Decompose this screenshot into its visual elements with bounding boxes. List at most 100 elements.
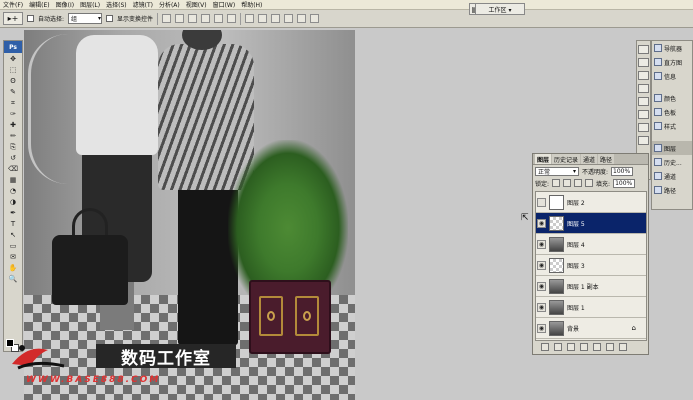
link-icon[interactable] <box>541 342 549 351</box>
quick-select-tool-icon[interactable]: ✎ <box>5 87 21 97</box>
distribute-bottom-button[interactable] <box>271 14 281 23</box>
auto-select-checkbox[interactable] <box>27 15 34 22</box>
menu-item[interactable]: 滤镜(T) <box>133 0 153 9</box>
layer-row[interactable]: 图层 2 <box>536 192 646 213</box>
menu-item[interactable]: 图层(L) <box>80 0 100 9</box>
notes-tool-icon[interactable]: ✉ <box>5 252 21 262</box>
move-tool-preset-button[interactable]: ▸+ <box>3 12 23 25</box>
menu-item[interactable]: 选择(S) <box>106 0 127 9</box>
dodge-tool-icon[interactable]: ◑ <box>5 197 21 207</box>
distribute-vcenter-button[interactable] <box>258 14 268 23</box>
menu-item[interactable]: 帮助(H) <box>241 0 262 9</box>
dock-icon-button[interactable] <box>638 123 649 132</box>
tab-0[interactable]: 图层 <box>535 154 552 164</box>
delete-icon[interactable] <box>619 342 627 351</box>
dock-icon-button[interactable] <box>638 45 649 54</box>
new-layer-icon[interactable] <box>606 342 614 351</box>
mask-icon[interactable] <box>567 342 575 351</box>
layer-row[interactable]: ◉ 图层 4 <box>536 234 646 255</box>
dock-item-navigator[interactable]: 导航器 <box>652 41 692 55</box>
clone-stamp-tool-icon[interactable]: ⎘ <box>5 142 21 152</box>
dock-icon-button[interactable] <box>638 84 649 93</box>
eye-icon[interactable]: ◉ <box>537 323 546 333</box>
marquee-tool-icon[interactable]: ⬚ <box>5 65 21 75</box>
lock-all-button[interactable] <box>585 179 594 187</box>
auto-select-dropdown[interactable]: 组 ▾ <box>68 13 103 24</box>
dock-icon-button[interactable] <box>638 110 649 119</box>
align-bottom-button[interactable] <box>188 14 198 23</box>
dock-item-channels[interactable]: 通道 <box>652 169 692 183</box>
dock-item-label: 历史... <box>664 159 682 167</box>
layer-row[interactable]: ◉ 图层 5 <box>536 213 646 234</box>
path-select-tool-icon[interactable]: ↖ <box>5 230 21 240</box>
tab-3[interactable]: 路径 <box>598 154 615 164</box>
healing-tool-icon[interactable]: ✚ <box>5 120 21 130</box>
dock-item-layers[interactable]: 图层 <box>652 141 692 155</box>
menu-item[interactable]: 编辑(E) <box>29 0 49 9</box>
lock-pixels-button[interactable] <box>563 179 572 187</box>
workspace-button[interactable]: 工作区 ▾ <box>475 3 525 15</box>
show-transform-checkbox[interactable] <box>106 15 114 22</box>
eye-icon[interactable]: ◉ <box>537 239 546 249</box>
move-tool-icon[interactable]: ✥ <box>5 54 21 64</box>
align-vcenter-button[interactable] <box>175 14 185 23</box>
tab-2[interactable]: 通道 <box>581 154 598 164</box>
menu-item[interactable]: 视图(V) <box>186 0 207 9</box>
menu-item[interactable]: 图像(I) <box>56 0 74 9</box>
dock-item-history[interactable]: 历史... <box>652 155 692 169</box>
align-hcenter-button[interactable] <box>214 14 224 23</box>
eye-icon[interactable] <box>537 197 546 207</box>
menu-item[interactable]: 分析(A) <box>159 0 180 9</box>
lock-transparent-button[interactable] <box>552 179 561 187</box>
tab-1[interactable]: 历史记录 <box>552 154 581 164</box>
group-icon[interactable] <box>593 342 601 351</box>
align-top-button[interactable] <box>162 14 172 23</box>
crop-tool-icon[interactable]: ⌗ <box>5 98 21 108</box>
layer-row[interactable]: ◉ 图层 3 <box>536 255 646 276</box>
dock-item-styles[interactable]: 样式 <box>652 119 692 133</box>
eye-icon[interactable]: ◉ <box>537 218 546 228</box>
menu-item[interactable]: 窗口(W) <box>213 0 236 9</box>
eyedropper-tool-icon[interactable]: ✑ <box>5 109 21 119</box>
distribute-right-button[interactable] <box>310 14 320 23</box>
fill-input[interactable]: 100% <box>613 178 636 188</box>
eye-icon[interactable]: ◉ <box>537 281 546 291</box>
adjustment-icon[interactable] <box>580 342 588 351</box>
dock-icon-button[interactable] <box>638 97 649 106</box>
shape-tool-icon[interactable]: ▭ <box>5 241 21 251</box>
blend-mode-dropdown[interactable]: 正常 ▾ <box>535 166 579 176</box>
dock-icon-button[interactable] <box>638 58 649 67</box>
align-right-button[interactable] <box>227 14 237 23</box>
dock-item-histogram[interactable]: 直方图 <box>652 55 692 69</box>
eye-icon[interactable]: ◉ <box>537 260 546 270</box>
distribute-left-button[interactable] <box>284 14 294 23</box>
eye-icon[interactable]: ◉ <box>537 302 546 312</box>
layer-row[interactable]: ◉ 背景 ⌂ <box>536 318 646 339</box>
pen-tool-icon[interactable]: ✒ <box>5 208 21 218</box>
dock-icon-button[interactable] <box>638 71 649 80</box>
opacity-input[interactable]: 100% <box>611 166 634 176</box>
type-tool-icon[interactable]: T <box>5 219 21 229</box>
hand-tool-icon[interactable]: ✋ <box>5 263 21 273</box>
dock-icon-button[interactable] <box>638 136 649 145</box>
dock-item-color[interactable]: 颜色 <box>652 91 692 105</box>
dock-item-paths[interactable]: 路径 <box>652 183 692 197</box>
layer-row[interactable]: ◉ 图层 1 副本 <box>536 276 646 297</box>
history-brush-tool-icon[interactable]: ↺ <box>5 153 21 163</box>
fx-icon[interactable] <box>554 342 562 351</box>
lock-position-button[interactable] <box>574 179 583 187</box>
brush-tool-icon[interactable]: ✏ <box>5 131 21 141</box>
blur-tool-icon[interactable]: ◔ <box>5 186 21 196</box>
dock-item-swatches[interactable]: 色板 <box>652 105 692 119</box>
eraser-tool-icon[interactable]: ⌫ <box>5 164 21 174</box>
photoshop-logo: Ps <box>4 41 22 53</box>
distribute-top-button[interactable] <box>245 14 255 23</box>
distribute-hcenter-button[interactable] <box>297 14 307 23</box>
align-left-button[interactable] <box>201 14 211 23</box>
gradient-tool-icon[interactable]: ▦ <box>5 175 21 185</box>
dock-item-info[interactable]: 信息 <box>652 69 692 83</box>
lasso-tool-icon[interactable]: ʘ <box>5 76 21 86</box>
zoom-tool-icon[interactable]: 🔍 <box>5 274 21 284</box>
layer-row[interactable]: ◉ 图层 1 <box>536 297 646 318</box>
menu-item[interactable]: 文件(F) <box>3 0 23 9</box>
